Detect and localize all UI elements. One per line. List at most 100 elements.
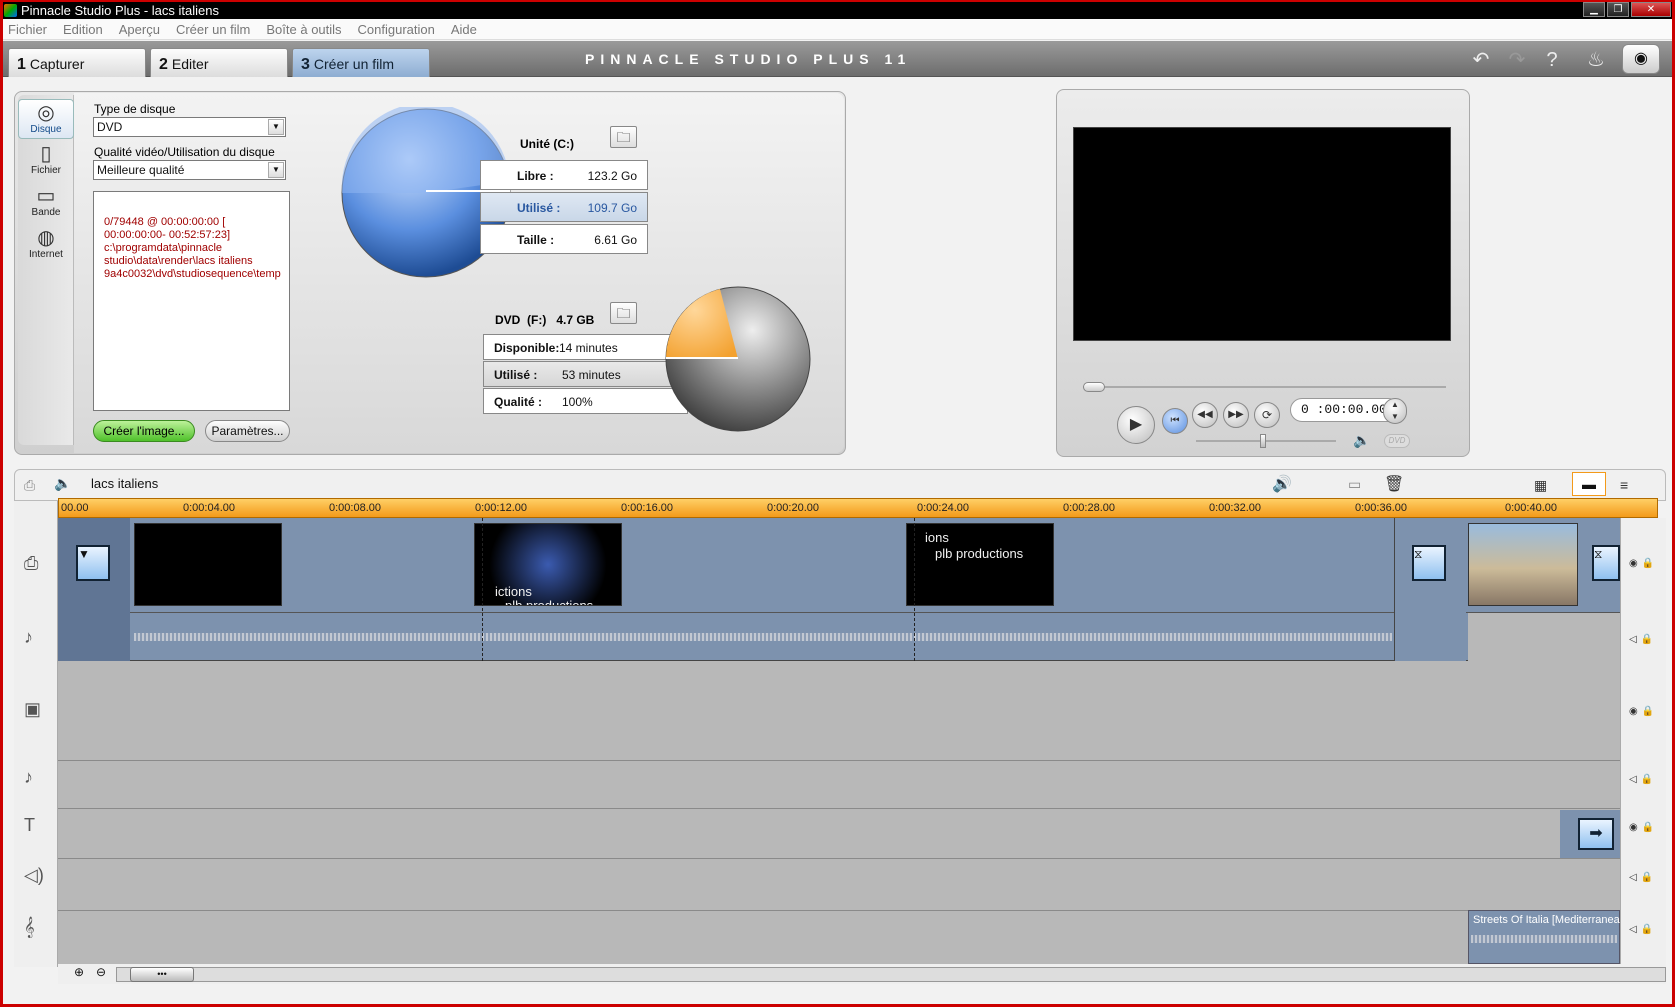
close-button[interactable]: ✕	[1631, 2, 1671, 17]
stat-value: 53 minutes	[562, 368, 621, 382]
zoom-out-icon[interactable]: ⊖	[96, 965, 106, 979]
dvd-used: Utilisé : 53 minutes	[483, 361, 688, 387]
undo-icon[interactable]: ↶	[1470, 49, 1492, 71]
timeline-view-icon[interactable]: ▬	[1572, 472, 1606, 496]
trash-icon[interactable]: 🗑	[1384, 474, 1404, 494]
drive-c-used: Utilisé : 109.7 Go	[480, 192, 648, 222]
create-image-button[interactable]: Créer l'image...	[93, 420, 195, 442]
title-track-icon[interactable]: T	[24, 815, 35, 836]
visibility-lock-icon[interactable]: ◉🔒	[1629, 558, 1658, 569]
help-icon[interactable]: ?	[1541, 49, 1563, 71]
render-log: 0/79448 @ 00:00:00:00 [ 00:00:00:00- 00:…	[93, 191, 290, 411]
razor-icon[interactable]: ▭	[1348, 476, 1361, 493]
chevron-down-icon[interactable]: ▼	[268, 119, 284, 135]
text-view-icon[interactable]: ≡	[1620, 477, 1628, 493]
menu-apercu[interactable]: Aperçu	[119, 22, 160, 37]
play-icon[interactable]: ▶	[1117, 406, 1155, 444]
folder-icon[interactable]: 🗀	[610, 126, 637, 148]
sidetab-fichier[interactable]: ▯ Fichier	[18, 141, 74, 181]
rewind-icon[interactable]: ◀◀	[1192, 402, 1218, 428]
stat-value: 14 minutes	[559, 341, 618, 355]
transition-icon[interactable]: ⧖	[1412, 545, 1446, 581]
video-clip-1[interactable]	[134, 523, 282, 606]
title-clip[interactable]: ➡	[1560, 810, 1620, 858]
visibility-lock-icon[interactable]: ◉🔒	[1629, 822, 1658, 833]
quality-select[interactable]: Meilleure qualité ▼	[93, 160, 286, 180]
menu-creer-un-film[interactable]: Créer un film	[176, 22, 250, 37]
volume-handle[interactable]	[1260, 434, 1266, 448]
stat-label: Qualité :	[494, 395, 543, 409]
speaker-icon[interactable]: 🔈	[1353, 432, 1370, 449]
lightbulb-icon[interactable]: ♨	[1585, 49, 1607, 71]
scrollbar-thumb[interactable]: •••	[130, 967, 194, 982]
time-ruler[interactable]: 00.00 0:00:04.00 0:00:08.00 0:00:12.00 0…	[58, 498, 1658, 518]
folder-icon[interactable]: 🗀	[610, 302, 637, 324]
clip-caption: plb productions	[505, 598, 594, 606]
parameters-button[interactable]: Paramètres...	[205, 420, 290, 442]
mute-lock-icon[interactable]: ◁🔒	[1629, 634, 1657, 645]
disc-type-select[interactable]: DVD ▼	[93, 117, 286, 137]
menu-edition[interactable]: Edition	[63, 22, 103, 37]
maximize-button[interactable]: ❐	[1607, 2, 1629, 17]
audio-fade-out[interactable]	[1394, 613, 1466, 661]
audio-fade-in[interactable]	[58, 613, 130, 661]
video-track-icon[interactable]: ⎙	[24, 553, 38, 574]
tab-editer[interactable]: 2 Editer	[150, 48, 288, 77]
mute-lock-icon[interactable]: ◁🔒	[1629, 872, 1657, 883]
volume-track[interactable]	[1196, 440, 1336, 442]
tab-label: Créer un film	[313, 56, 395, 72]
tab-capturer[interactable]: 1 Capturer	[8, 48, 146, 77]
visibility-lock-icon[interactable]: ◉🔒	[1629, 706, 1658, 717]
menu-configuration[interactable]: Configuration	[358, 22, 435, 37]
music-clip[interactable]: Streets Of Italia [Mediterranean	[1468, 910, 1626, 964]
scrubber-track[interactable]	[1083, 386, 1446, 388]
menu-aide[interactable]: Aide	[451, 22, 477, 37]
timecode-stepper[interactable]: ▲ ▼	[1383, 398, 1407, 424]
redo-icon[interactable]: ↷	[1506, 49, 1528, 71]
transition-icon[interactable]: ▼	[76, 545, 110, 581]
sidetab-internet[interactable]: ◍ Internet	[18, 225, 74, 265]
mute-lock-icon[interactable]: ◁🔒	[1629, 774, 1657, 785]
menu-boite-a-outils[interactable]: Boîte à outils	[266, 22, 341, 37]
chevron-down-icon[interactable]: ▼	[268, 162, 284, 178]
tab-creer-un-film[interactable]: 3 Créer un film	[292, 48, 430, 77]
clip-caption: ions	[925, 530, 949, 545]
window-title: Pinnacle Studio Plus - lacs italiens	[21, 3, 219, 18]
disc-type-value: DVD	[97, 120, 123, 134]
speaker-icon[interactable]: 🔈	[54, 475, 71, 492]
tab-label: Editer	[171, 56, 209, 72]
scrubber-handle[interactable]	[1083, 382, 1105, 392]
audio-waveform[interactable]	[134, 633, 1392, 641]
sidetab-disque[interactable]: ◎ Disque	[18, 99, 74, 139]
timeline-scrollbar[interactable]	[116, 967, 1666, 982]
drive-c-title: Unité (C:)	[520, 137, 574, 151]
camera-icon[interactable]: ⎙	[24, 477, 35, 494]
overlay-track-icon[interactable]: ▣	[24, 699, 41, 720]
go-to-start-icon[interactable]: ⏮	[1162, 408, 1188, 434]
track-separator	[58, 808, 1620, 809]
ruler-tick: 0:00:12.00	[475, 502, 527, 514]
stat-value: 109.7 Go	[587, 201, 637, 215]
disc-box-icon[interactable]: ◉	[1622, 44, 1660, 74]
transition-icon[interactable]: ⧖	[1592, 545, 1620, 581]
video-clip-2[interactable]: ictions plb productions	[474, 523, 622, 606]
sidetab-bande[interactable]: ▭ Bande	[18, 183, 74, 223]
video-clip-photo[interactable]	[1468, 523, 1578, 606]
original-audio-icon[interactable]: ♪	[24, 627, 33, 648]
video-clip-3[interactable]: ions plb productions	[906, 523, 1054, 606]
zoom-in-icon[interactable]: ⊕	[74, 965, 84, 979]
music-track-icon[interactable]: 𝄞	[24, 917, 35, 938]
storyboard-view-icon[interactable]: ▦	[1534, 477, 1547, 494]
audio-scrub-icon[interactable]: 🔊	[1272, 474, 1292, 494]
loop-icon[interactable]: ⟳	[1254, 402, 1280, 428]
timecode-value: 0 :00:00.00	[1301, 402, 1387, 417]
log-line: 9a4c0032\dvd\studiosequence\temp	[104, 268, 281, 280]
minimize-button[interactable]: ▁	[1583, 2, 1605, 17]
mute-lock-icon[interactable]: ◁🔒	[1629, 924, 1657, 935]
fast-forward-icon[interactable]: ▶▶	[1223, 402, 1249, 428]
ruler-tick: 0:00:20.00	[767, 502, 819, 514]
dvd-mode-badge[interactable]: DVD	[1384, 434, 1410, 448]
overlay-audio-icon[interactable]: ♪	[24, 767, 33, 788]
menu-fichier[interactable]: Fichier	[8, 22, 47, 37]
sound-effects-icon[interactable]: ◁)	[24, 865, 44, 886]
